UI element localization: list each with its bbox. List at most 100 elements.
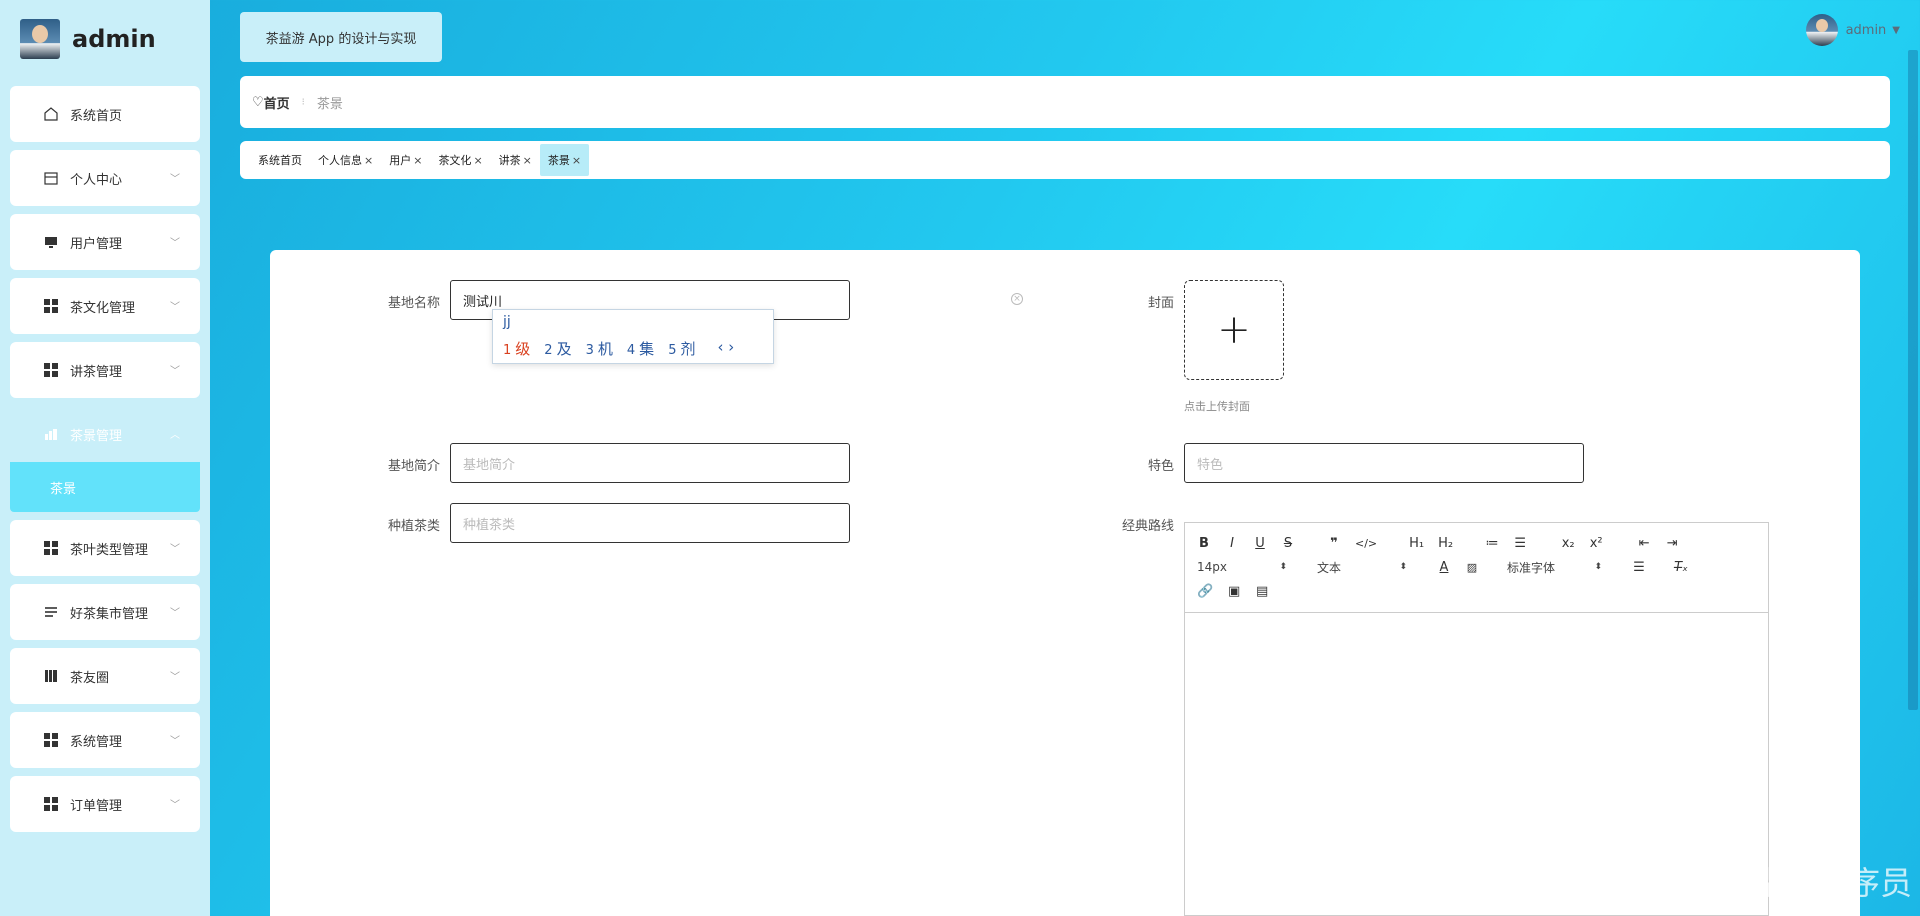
cover-label: 封面 xyxy=(1147,296,1174,311)
block-type-select[interactable]: 文本 ⬍ xyxy=(1317,559,1407,576)
feature-placeholder: 特色 xyxy=(1197,457,1224,473)
plant-input[interactable]: 种植茶类 xyxy=(450,503,850,543)
ime-candidate[interactable]: 4集 xyxy=(627,338,654,359)
ime-candidate[interactable]: 1级 xyxy=(503,338,530,359)
close-icon[interactable]: × xyxy=(364,154,373,167)
chevron-down-icon: ﹀ xyxy=(170,302,180,313)
grid-icon xyxy=(42,731,60,749)
list-icon xyxy=(42,603,60,621)
sidebar-item-tea-talk[interactable]: 讲茶管理 ﹀ xyxy=(10,342,200,398)
sidebar-item-home[interactable]: 系统首页 xyxy=(10,86,200,142)
tab-tea-talk[interactable]: 讲茶 × xyxy=(491,144,540,176)
tab-personal[interactable]: 个人信息 × xyxy=(310,144,381,176)
italic-icon[interactable]: I xyxy=(1225,536,1239,551)
book-icon xyxy=(42,667,60,685)
home-icon xyxy=(42,105,60,123)
sidebar-item-system[interactable]: 系统管理 ﹀ xyxy=(10,712,200,768)
bullet-list-icon[interactable]: ☰ xyxy=(1513,536,1527,551)
sidebar-item-label: 讲茶管理 xyxy=(70,364,123,380)
intro-input[interactable]: 基地简介 xyxy=(450,443,850,483)
outdent-icon[interactable]: ⇤ xyxy=(1637,536,1651,551)
sidebar-item-orders[interactable]: 订单管理 ﹀ xyxy=(10,776,200,832)
ime-candidate[interactable]: 5剂 xyxy=(668,338,695,359)
chevron-down-icon: ﹀ xyxy=(170,366,180,377)
chevron-down-icon: ﹀ xyxy=(170,544,180,555)
brand: admin xyxy=(10,0,200,78)
video-icon[interactable]: ▤ xyxy=(1255,584,1269,599)
select-arrow-icon: ⬍ xyxy=(1399,562,1407,572)
avatar xyxy=(1805,14,1838,46)
bold-icon[interactable]: B xyxy=(1197,536,1211,551)
font-size-select[interactable]: 14px ⬍ xyxy=(1197,560,1287,574)
select-arrow-icon: ⬍ xyxy=(1594,562,1602,572)
font-color-icon[interactable]: A xyxy=(1437,560,1451,575)
sidebar-item-label: 茶友圈 xyxy=(70,670,110,686)
sidebar-item-label: 系统管理 xyxy=(70,734,123,750)
scrollbar[interactable] xyxy=(1908,50,1918,710)
chevron-down-icon: ﹀ xyxy=(170,238,180,249)
ime-candidate-popup: jj 1级 2及 3机 4集 5剂 ‹ › xyxy=(492,309,774,364)
sidebar-item-label: 用户管理 xyxy=(70,236,123,252)
close-icon[interactable]: × xyxy=(572,154,581,167)
sidebar-item-market[interactable]: 好茶集市管理 ﹀ xyxy=(10,584,200,640)
sidebar-item-label: 订单管理 xyxy=(70,798,123,814)
tab-home[interactable]: 系统首页 xyxy=(250,144,310,176)
editor-toolbar: B I U S ❞ </> H₁ H₂ ≔ ☰ x₂ x² ⇤ ⇥ 14px ⬍ … xyxy=(1185,523,1768,613)
name-label: 基地名称 xyxy=(387,296,440,311)
tab-tea-scenery[interactable]: 茶景 × xyxy=(539,144,590,176)
heading1-icon[interactable]: H₁ xyxy=(1409,536,1424,551)
sidebar-item-moments[interactable]: 茶友圈 ﹀ xyxy=(10,648,200,704)
tab-label: 茶景 xyxy=(547,154,570,167)
sidebar-item-label: 好茶集市管理 xyxy=(70,606,149,622)
cover-hint: 点击上传封面 xyxy=(1184,400,1250,413)
clear-icon[interactable]: × xyxy=(1011,293,1023,305)
tab-tea-culture[interactable]: 茶文化 × xyxy=(430,144,490,176)
close-icon[interactable]: × xyxy=(473,154,482,167)
cover-upload[interactable]: + xyxy=(1184,280,1284,380)
sidebar: admin 系统首页 个人中心 ﹀ 用户管理 ﹀ 茶文化管理 ﹀ 讲茶管理 ﹀ xyxy=(0,0,210,916)
subscript-icon[interactable]: x₂ xyxy=(1561,536,1575,551)
ime-candidate[interactable]: 2及 xyxy=(544,338,571,359)
user-menu[interactable]: admin ▼ xyxy=(1805,14,1900,46)
user-name: admin xyxy=(1845,22,1887,38)
sidebar-item-tea-culture[interactable]: 茶文化管理 ﹀ xyxy=(10,278,200,334)
sidebar-item-tea-scenery[interactable]: 茶景管理 ︿ xyxy=(10,406,200,462)
sidebar-item-tea-type[interactable]: 茶叶类型管理 ﹀ xyxy=(10,520,200,576)
code-icon[interactable]: </> xyxy=(1355,537,1377,550)
app-title: 茶益游 App 的设计与实现 xyxy=(240,12,442,62)
ime-candidate[interactable]: 3机 xyxy=(586,338,613,359)
sidebar-item-users[interactable]: 用户管理 ﹀ xyxy=(10,214,200,270)
sidebar-item-personal[interactable]: 个人中心 ﹀ xyxy=(10,150,200,206)
ime-composition: jj xyxy=(503,314,511,330)
feature-input[interactable]: 特色 xyxy=(1184,443,1584,483)
grid-icon xyxy=(42,297,60,315)
align-icon[interactable]: ☰ xyxy=(1632,560,1646,575)
sidebar-item-label: 个人中心 xyxy=(70,172,123,188)
ordered-list-icon[interactable]: ≔ xyxy=(1485,536,1499,551)
clear-format-icon[interactable]: T̶ₓ xyxy=(1674,560,1688,575)
rich-text-editor[interactable]: B I U S ❞ </> H₁ H₂ ≔ ☰ x₂ x² ⇤ ⇥ 14px ⬍ … xyxy=(1184,522,1769,916)
grid-icon xyxy=(42,539,60,557)
breadcrumb-current: 茶景 xyxy=(316,96,343,112)
link-icon[interactable]: 🔗 xyxy=(1197,584,1213,599)
close-icon[interactable]: × xyxy=(413,154,422,167)
heading2-icon[interactable]: H₂ xyxy=(1438,536,1453,551)
indent-icon[interactable]: ⇥ xyxy=(1665,536,1679,551)
submenu-item-tea-scenery[interactable]: 茶景 xyxy=(10,462,200,512)
font-family-select[interactable]: 标准字体 ⬍ xyxy=(1507,559,1602,576)
breadcrumb-home[interactable]: ♡ 首页 xyxy=(252,93,290,112)
intro-placeholder: 基地简介 xyxy=(463,457,516,473)
tab-users[interactable]: 用户 × xyxy=(381,144,430,176)
select-arrow-icon: ⬍ xyxy=(1279,562,1287,572)
background-color-icon[interactable]: ▨ xyxy=(1465,561,1479,574)
image-icon[interactable]: ▣ xyxy=(1227,584,1241,599)
sidebar-item-label: 茶文化管理 xyxy=(70,300,136,316)
quote-icon[interactable]: ❞ xyxy=(1327,536,1341,551)
strike-icon[interactable]: S xyxy=(1281,536,1295,551)
tabs-bar: 系统首页 个人信息 × 用户 × 茶文化 × 讲茶 × 茶景 × xyxy=(240,141,1890,179)
ime-page-arrows[interactable]: ‹ › xyxy=(717,338,734,359)
brand-name: admin xyxy=(72,25,156,53)
close-icon[interactable]: × xyxy=(523,154,532,167)
superscript-icon[interactable]: x² xyxy=(1589,536,1603,551)
underline-icon[interactable]: U xyxy=(1253,536,1267,551)
